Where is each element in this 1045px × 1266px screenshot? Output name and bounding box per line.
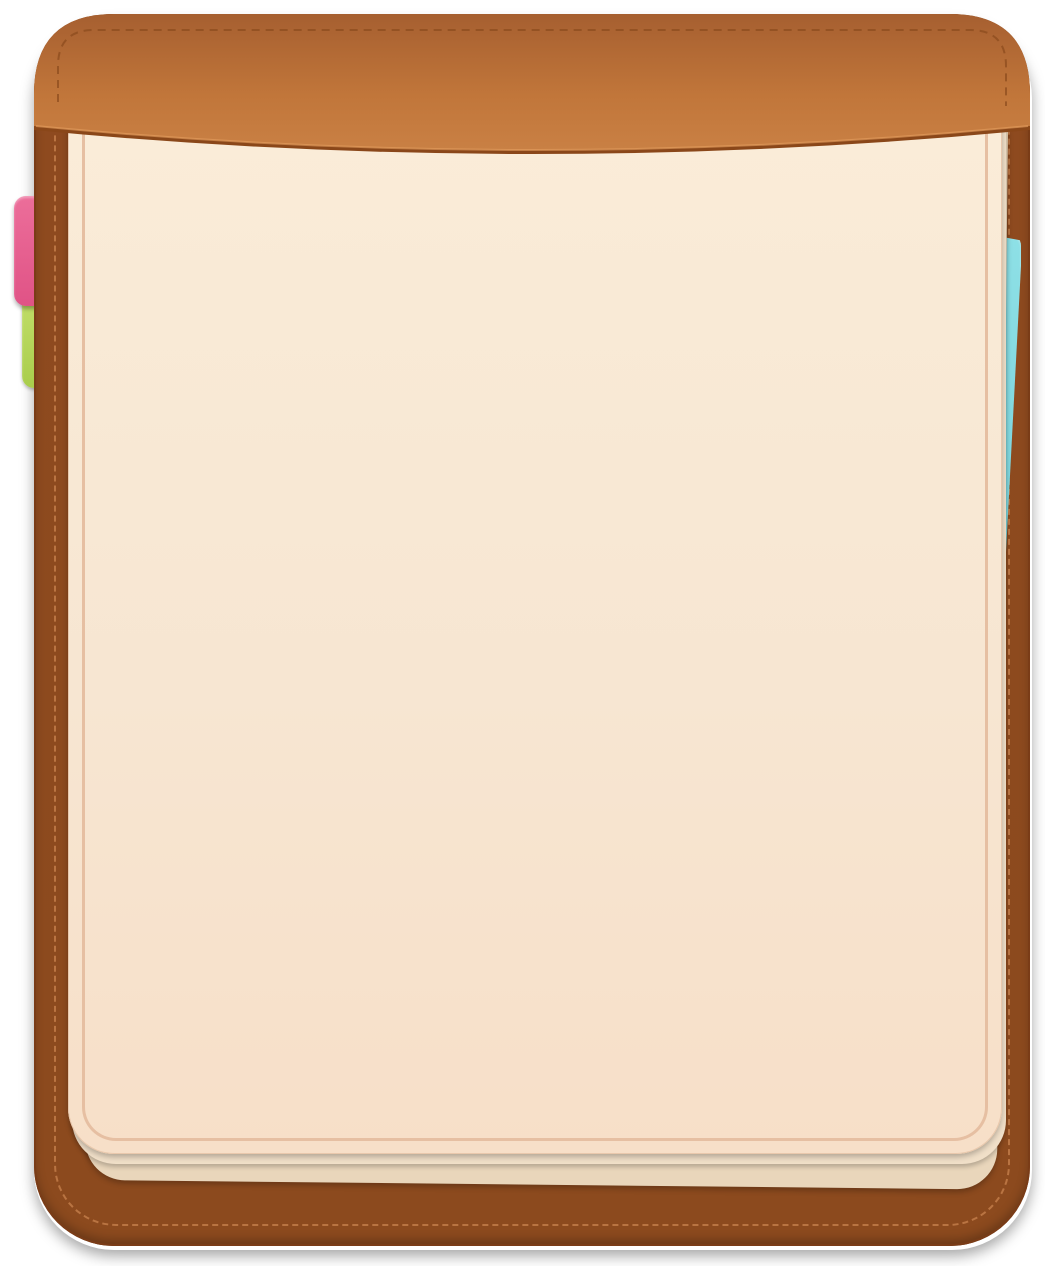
flap-graphic — [34, 14, 1030, 154]
notebook-folio — [0, 0, 1045, 1266]
page-inner-border — [82, 110, 988, 1141]
leather-flap — [34, 14, 1030, 164]
notepad-page[interactable] — [68, 110, 1002, 1154]
